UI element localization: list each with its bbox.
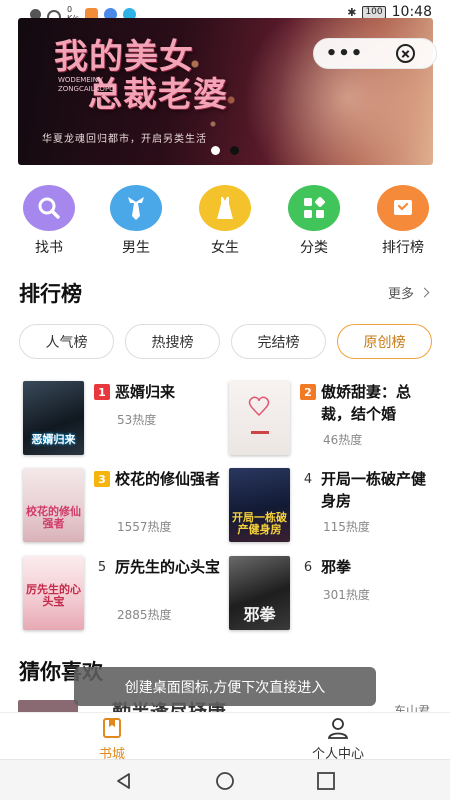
category-ranking[interactable]: 排行榜 bbox=[368, 185, 438, 257]
pager-dot bbox=[230, 146, 239, 155]
book-item[interactable]: 校花的修仙强者 3 校花的修仙强者 1557热度 bbox=[18, 468, 224, 546]
book-title: 校花的修仙强者 bbox=[115, 470, 221, 488]
book-cover: 厉先生的心头宝 bbox=[23, 556, 84, 630]
system-nav-bar bbox=[0, 759, 450, 800]
book-heat: 46热度 bbox=[323, 433, 363, 447]
category-label: 男生 bbox=[122, 240, 150, 256]
home-button[interactable] bbox=[214, 771, 236, 795]
bluetooth-icon: ✱ bbox=[347, 5, 357, 19]
rank-badge: 3 bbox=[94, 471, 110, 487]
recents-square-icon bbox=[317, 772, 335, 790]
tab-original[interactable]: 原创榜 bbox=[337, 324, 432, 359]
category-label: 排行榜 bbox=[382, 240, 424, 256]
back-button[interactable] bbox=[114, 771, 134, 795]
rank-badge: 5 bbox=[97, 559, 107, 575]
home-circle-icon bbox=[216, 772, 234, 790]
banner-pinyin: WODEMEINV ZONGCAILAOPO bbox=[58, 76, 115, 93]
category-male[interactable]: 男生 bbox=[101, 185, 171, 257]
category-icon bbox=[288, 185, 340, 231]
book-cover bbox=[229, 381, 290, 455]
book-heat: 1557热度 bbox=[117, 520, 172, 534]
book-cover: 邪拳 bbox=[229, 556, 290, 630]
rank-badge: 4 bbox=[303, 471, 313, 487]
book-title: 傲娇甜妻：总裁，结个婚 bbox=[321, 383, 412, 423]
tab-popular[interactable]: 人气榜 bbox=[19, 324, 114, 359]
more-menu-button[interactable]: ••• bbox=[314, 43, 375, 64]
rank-badge: 2 bbox=[300, 384, 316, 400]
guess-book-cover[interactable] bbox=[18, 700, 78, 712]
close-icon bbox=[396, 44, 415, 63]
book-cover: 恶婿归来 bbox=[23, 381, 84, 455]
cover-title: 邪拳 bbox=[243, 605, 276, 624]
book-item[interactable]: 开局一栋破产健身房 4 开局一栋破产健身房 115热度 bbox=[224, 468, 430, 546]
nav-profile[interactable]: 个人中心 bbox=[278, 717, 398, 762]
tie-icon bbox=[110, 185, 162, 231]
book-heat: 301热度 bbox=[323, 588, 370, 602]
pager-dot-active bbox=[211, 146, 220, 155]
chevron-right-icon bbox=[419, 287, 430, 298]
ranking-tabs: 人气榜 热搜榜 完结榜 原创榜 bbox=[19, 324, 435, 360]
book-title: 厉先生的心头宝 bbox=[115, 558, 221, 576]
recents-button[interactable] bbox=[316, 771, 336, 795]
category-genre[interactable]: 分类 bbox=[279, 185, 349, 257]
book-title: 恶婿归来 bbox=[115, 383, 176, 401]
book-cover: 开局一栋破产健身房 bbox=[229, 468, 290, 542]
more-link-label: 更多 bbox=[387, 287, 414, 302]
nav-bookstore[interactable]: 书城 bbox=[52, 717, 172, 762]
banner-pager bbox=[211, 146, 239, 155]
rank-badge: 6 bbox=[303, 559, 313, 575]
bottom-nav: 书城 个人中心 bbox=[0, 712, 450, 762]
toast-message: 创建桌面图标,方便下次直接进入 bbox=[74, 667, 376, 706]
ranking-section-title: 排行榜 bbox=[19, 282, 82, 306]
category-label: 找书 bbox=[35, 240, 63, 256]
ranking-more-link[interactable]: 更多 bbox=[387, 283, 430, 302]
ranking-icon bbox=[377, 185, 429, 231]
tab-completed[interactable]: 完结榜 bbox=[231, 324, 326, 359]
cover-title: 校花的修仙强者 bbox=[26, 505, 81, 530]
book-item[interactable]: 恶婿归来 1 恶婿归来 53热度 bbox=[18, 381, 224, 459]
wifi-icon bbox=[47, 10, 61, 18]
book-title: 开局一栋破产健身房 bbox=[321, 470, 427, 510]
cover-title: 开局一栋破产健身房 bbox=[232, 511, 287, 536]
category-row: 找书 男生 女生 分类 排行榜 bbox=[0, 185, 450, 257]
banner-title-line1: 我的美女 bbox=[54, 37, 194, 77]
category-label: 分类 bbox=[300, 240, 328, 256]
book-heat: 2885热度 bbox=[117, 608, 172, 622]
close-button[interactable] bbox=[375, 44, 436, 63]
rank-badge: 1 bbox=[94, 384, 110, 400]
back-triangle-icon bbox=[117, 773, 130, 789]
book-item[interactable]: 邪拳 6 邪拳 301热度 bbox=[224, 556, 430, 634]
miniprogram-capsule: ••• bbox=[313, 38, 437, 69]
heart-icon bbox=[248, 396, 270, 434]
category-female[interactable]: 女生 bbox=[190, 185, 260, 257]
category-label: 女生 bbox=[211, 240, 239, 256]
category-search[interactable]: 找书 bbox=[14, 185, 84, 257]
search-icon bbox=[23, 185, 75, 231]
battery-icon: 100 bbox=[362, 5, 386, 19]
user-icon bbox=[278, 717, 398, 739]
book-item[interactable]: 2 傲娇甜妻：总裁，结个婚 46热度 bbox=[224, 381, 430, 459]
book-heat: 115热度 bbox=[323, 520, 370, 534]
book-heat: 53热度 bbox=[117, 413, 157, 427]
cover-title: 厉先生的心头宝 bbox=[26, 583, 81, 608]
book-cover: 校花的修仙强者 bbox=[23, 468, 84, 542]
dress-icon bbox=[199, 185, 251, 231]
cover-title: 恶婿归来 bbox=[31, 433, 76, 446]
banner-subtitle: 华夏龙魂回归都市，开启另类生活 bbox=[42, 134, 207, 145]
book-item[interactable]: 厉先生的心头宝 5 厉先生的心头宝 2885热度 bbox=[18, 556, 224, 634]
bookstore-icon bbox=[52, 717, 172, 739]
tab-hot-search[interactable]: 热搜榜 bbox=[125, 324, 220, 359]
book-title: 邪拳 bbox=[321, 558, 352, 576]
